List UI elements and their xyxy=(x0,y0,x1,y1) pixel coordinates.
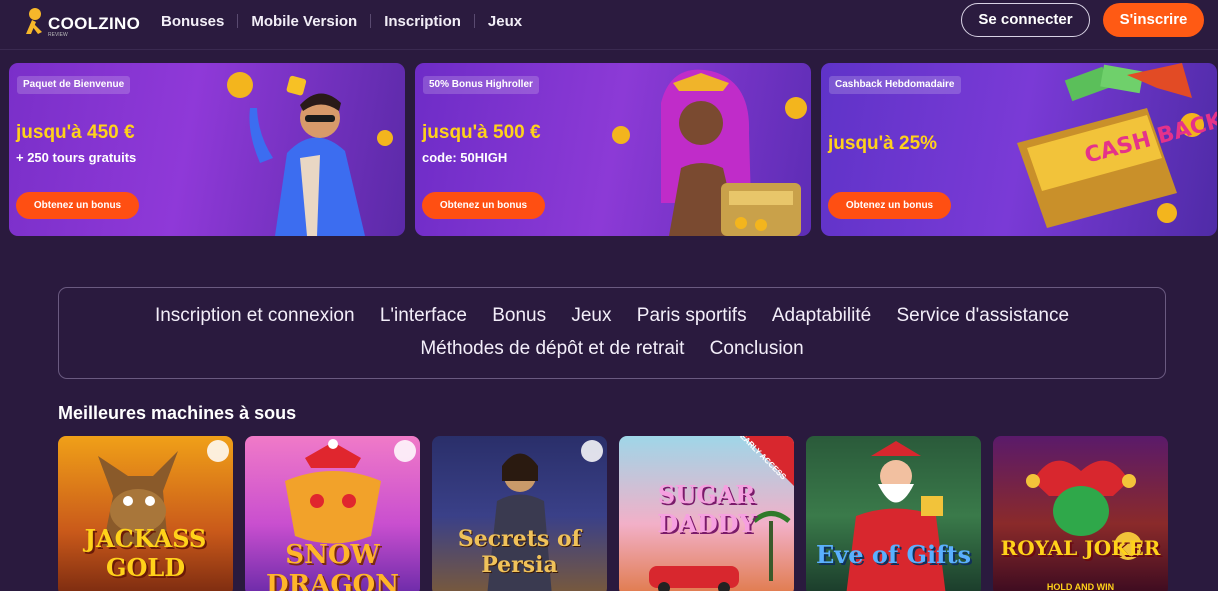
slot-title: Secrets of Persia xyxy=(457,526,582,578)
toc-link-service-assistance[interactable]: Service d'assistance xyxy=(896,305,1069,326)
slot-tile-secrets-of-persia[interactable]: Secrets of Persia xyxy=(432,436,607,591)
bonus-amount: jusqu'à 450 € xyxy=(16,122,135,143)
nav-inscription[interactable]: Inscription xyxy=(384,13,461,30)
logo-text: COOLZINO xyxy=(48,14,141,33)
cashback-art-icon: CASH BACK xyxy=(1017,63,1217,228)
bonus-chip: 50% Bonus Highroller xyxy=(423,76,539,94)
signup-button[interactable]: S'inscrire xyxy=(1103,3,1204,37)
main-nav: Bonuses Mobile Version Inscription Jeux xyxy=(161,11,522,31)
nav-divider xyxy=(473,14,475,28)
get-bonus-button[interactable]: Obtenez un bonus xyxy=(422,192,545,219)
nav-divider xyxy=(370,14,372,28)
toc-link-conclusion[interactable]: Conclusion xyxy=(710,338,804,359)
bonus-amount: jusqu'à 25% xyxy=(828,133,938,154)
site-header: COOLZINO REVIEW Bonuses Mobile Version I… xyxy=(0,0,1218,50)
bonus-chip: Paquet de Bienvenue xyxy=(17,76,131,94)
bonus-card-highroller[interactable]: 50% Bonus Highroller jusqu'à 500 € code:… xyxy=(415,63,811,236)
toc-link-depot-retrait[interactable]: Méthodes de dépôt et de retrait xyxy=(420,338,684,359)
joker-art-icon xyxy=(1026,460,1142,560)
character-art-icon xyxy=(227,72,393,236)
provider-badge xyxy=(394,440,416,462)
section-title-slots: Meilleures machines à sous xyxy=(58,403,297,423)
toc-link-bonus[interactable]: Bonus xyxy=(492,305,546,326)
slot-tile-royal-joker[interactable]: ROYAL JOKER HOLD AND WIN xyxy=(993,436,1168,591)
get-bonus-button[interactable]: Obtenez un bonus xyxy=(828,192,951,219)
bonus-amount: jusqu'à 500 € xyxy=(422,122,541,143)
coolzino-logo[interactable]: COOLZINO REVIEW xyxy=(22,6,142,40)
bonus-subtext: + 250 tours gratuits xyxy=(16,150,137,165)
toc-link-inscription[interactable]: Inscription et connexion xyxy=(155,305,355,326)
logo-tagline: REVIEW xyxy=(48,32,68,38)
slot-title: SUGAR DADDY xyxy=(657,480,756,538)
bonus-card-cashback[interactable]: CASH BACK Cashback Hebdomadaire jusqu'à … xyxy=(821,63,1217,236)
logo-mark-icon xyxy=(26,8,42,34)
slot-subtitle: HOLD AND WIN xyxy=(1046,582,1115,591)
nav-jeux[interactable]: Jeux xyxy=(488,13,522,30)
toc-row: Inscription et connexion L'interface Bon… xyxy=(59,305,1165,327)
slot-tile-snow-dragon[interactable]: SNOW DRAGON xyxy=(245,436,420,591)
slot-tile-sugar-daddy[interactable]: EARLY ACCESS SUGAR DADDY xyxy=(619,436,794,591)
table-of-contents: Inscription et connexion L'interface Bon… xyxy=(58,287,1166,379)
slot-tile-jackass-gold[interactable]: JACKASS GOLD xyxy=(58,436,233,591)
provider-badge xyxy=(207,440,229,462)
slot-title: JACKASS GOLD xyxy=(84,524,207,582)
bonus-chip: Cashback Hebdomadaire xyxy=(829,76,961,94)
bonus-subtext: code: 50HIGH xyxy=(422,150,508,165)
character-art-icon xyxy=(612,69,807,236)
slot-title: ROYAL JOKER xyxy=(1000,536,1161,560)
provider-badge xyxy=(581,440,603,462)
toc-link-jeux[interactable]: Jeux xyxy=(571,305,611,326)
nav-mobile-version[interactable]: Mobile Version xyxy=(251,13,357,30)
slot-tile-eve-of-gifts[interactable]: Eve of Gifts xyxy=(806,436,981,591)
bonus-card-welcome[interactable]: Paquet de Bienvenue jusqu'à 450 € + 250 … xyxy=(9,63,405,236)
nav-divider xyxy=(237,14,239,28)
slot-title: SNOW DRAGON xyxy=(266,540,399,591)
login-button[interactable]: Se connecter xyxy=(961,3,1090,37)
toc-link-interface[interactable]: L'interface xyxy=(380,305,467,326)
toc-link-adaptabilite[interactable]: Adaptabilité xyxy=(772,305,871,326)
toc-link-paris-sportifs[interactable]: Paris sportifs xyxy=(637,305,747,326)
toc-row: Méthodes de dépôt et de retrait Conclusi… xyxy=(59,338,1165,360)
get-bonus-button[interactable]: Obtenez un bonus xyxy=(16,192,139,219)
nav-bonuses[interactable]: Bonuses xyxy=(161,13,224,30)
slot-title: Eve of Gifts xyxy=(815,540,972,569)
